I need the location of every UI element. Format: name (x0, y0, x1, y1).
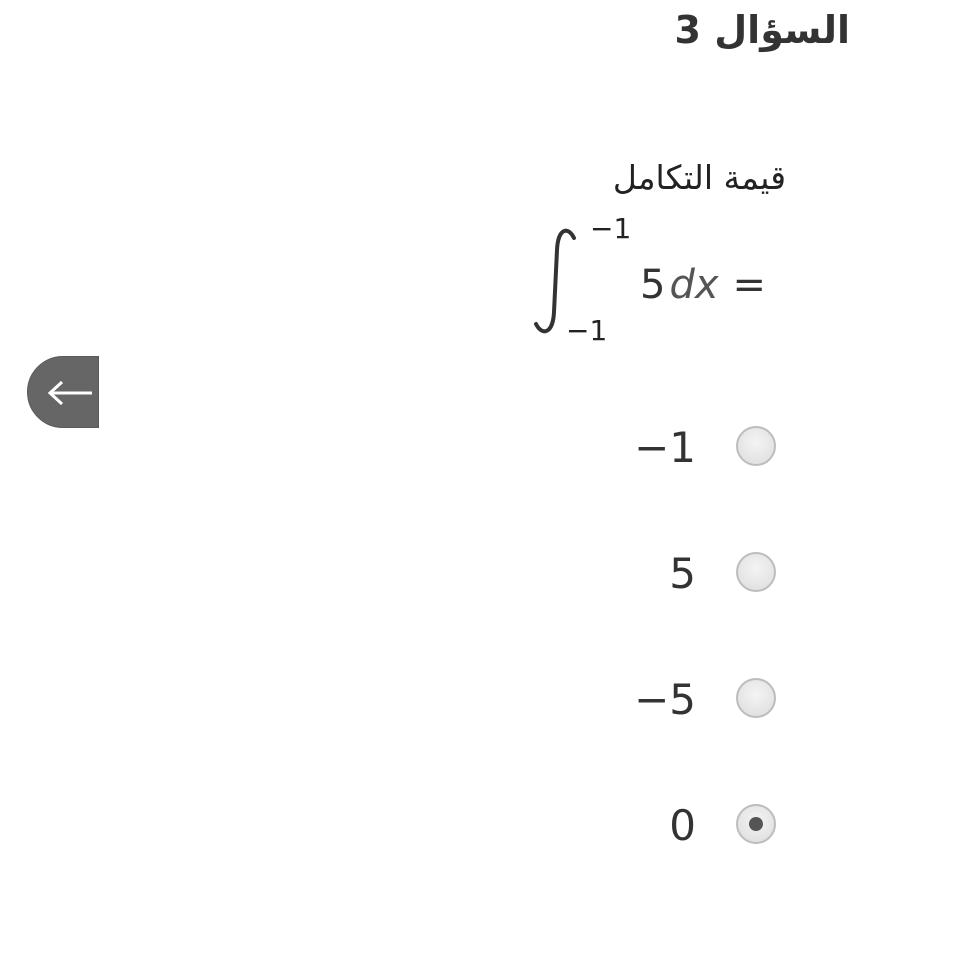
answer-radio[interactable] (736, 804, 776, 844)
answer-option-label: 0 (669, 801, 696, 850)
integral-lower-limit: −1 (566, 314, 608, 347)
answer-option-label: −5 (634, 675, 696, 724)
answer-option[interactable]: 5 (536, 544, 776, 604)
question-prompt: قيمة التكامل (612, 158, 786, 197)
answer-radio[interactable] (736, 426, 776, 466)
answer-radio[interactable] (736, 678, 776, 718)
answer-option[interactable]: 0 (536, 796, 776, 856)
answer-option-label: −1 (634, 423, 696, 472)
equals-sign: = (732, 262, 767, 308)
answer-option-label: 5 (669, 549, 696, 598)
integrand-variable: dx (669, 262, 719, 308)
integrand: 5 dx = (640, 262, 766, 308)
question-title: السؤال 3 (674, 8, 850, 52)
back-button[interactable] (27, 356, 99, 428)
arrow-left-icon (47, 380, 92, 406)
answer-option[interactable]: −5 (536, 670, 776, 730)
integrand-coefficient: 5 (640, 262, 666, 308)
radio-dot (749, 817, 763, 831)
integral-upper-limit: −1 (590, 212, 632, 245)
answer-option[interactable]: −1 (536, 418, 776, 478)
answer-radio[interactable] (736, 552, 776, 592)
